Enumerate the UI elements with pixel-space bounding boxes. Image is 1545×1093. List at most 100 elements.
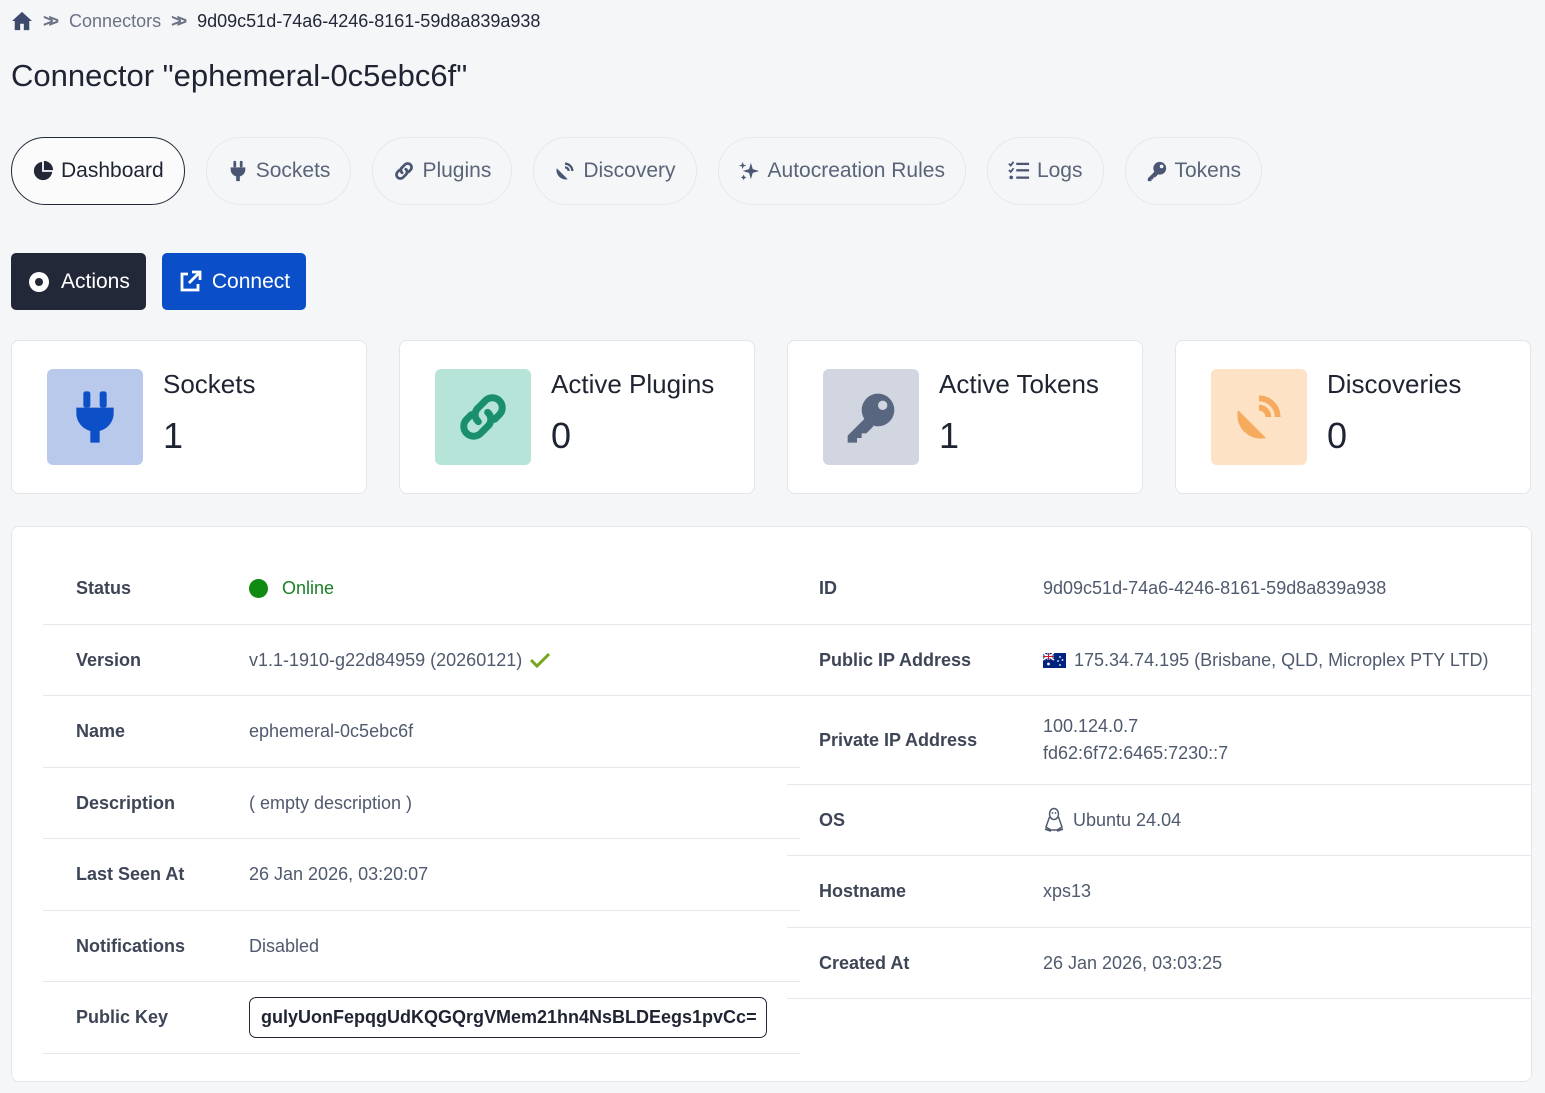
stat-value: 0 (1327, 415, 1348, 456)
hostname-value: xps13 (1043, 881, 1092, 901)
stat-label: Discoveries (1327, 369, 1462, 399)
tab-discovery[interactable]: Discovery (533, 137, 697, 205)
breadcrumb-current: 9d09c51d-74a6-4246-8161-59d8a839a938 (197, 10, 541, 31)
home-icon[interactable] (11, 11, 33, 31)
details-right-column: ID 9d09c51d-74a6-4246-8161-59d8a839a938 … (787, 553, 1531, 999)
australia-flag-icon (1043, 652, 1066, 668)
detail-row-os: OS Ubuntu 24.04 (787, 785, 1531, 856)
detail-row-notifications: Notifications Disabled (43, 911, 800, 982)
link-icon (460, 394, 506, 440)
breadcrumb-connectors-link[interactable]: Connectors (69, 11, 161, 32)
private-ip-v6: fd62:6f72:6465:7230::7 (1043, 743, 1229, 763)
detail-label: Description (76, 792, 176, 813)
key-icon (1147, 161, 1166, 182)
private-ip-values: 100.124.0.7 fd62:6f72:6465:7230::7 (1043, 716, 1228, 764)
chevron-right-icon: >> (171, 10, 187, 31)
external-link-icon (180, 270, 202, 291)
detail-row-private-ip: Private IP Address 100.124.0.7 fd62:6f72… (787, 696, 1531, 785)
tab-label: Autocreation Rules (767, 159, 945, 182)
detail-label: Version (76, 649, 142, 670)
stat-icon-box (1211, 369, 1307, 465)
detail-row-status: Status Online (43, 553, 800, 625)
detail-label: Name (76, 721, 126, 741)
list-check-icon (1008, 161, 1030, 180)
detail-label: Hostname (819, 881, 907, 901)
stat-icon-box (823, 369, 919, 465)
os-value: Ubuntu 24.04 (1043, 807, 1181, 833)
public-key-field[interactable]: gulyUonFepqgUdKQGQrgVMem21hn4NsBLDEegs1p… (249, 997, 767, 1038)
detail-row-last-seen: Last Seen At 26 Jan 2026, 03:20:07 (43, 839, 800, 911)
stat-label: Sockets (163, 369, 256, 399)
plug-icon (230, 160, 246, 182)
satellite-dish-icon (1237, 395, 1281, 439)
stat-value: 1 (163, 415, 184, 456)
stat-label: Active Tokens (939, 369, 1099, 399)
status-text: Online (282, 578, 335, 598)
detail-label: Status (76, 578, 132, 598)
breadcrumb: >> Connectors >> 9d09c51d-74a6-4246-8161… (11, 9, 540, 33)
connect-button[interactable]: Connect (161, 253, 307, 310)
tab-bar: Dashboard Sockets Plugins Discovery Auto… (11, 137, 1263, 205)
tab-label: Dashboard (61, 159, 164, 182)
detail-label: Private IP Address (819, 729, 978, 750)
plug-icon (76, 391, 114, 443)
detail-row-name: Name ephemeral-0c5ebc6f (43, 696, 800, 768)
detail-row-public-ip: Public IP Address 175.34.74.195 (Brisban… (787, 625, 1531, 696)
status-dot-icon (249, 579, 268, 598)
tab-label: Sockets (255, 159, 331, 182)
os-text: Ubuntu 24.04 (1073, 809, 1182, 830)
tab-label: Discovery (583, 159, 676, 182)
detail-row-description: Description ( empty description ) (43, 768, 800, 839)
link-icon (395, 162, 414, 180)
name-value: ephemeral-0c5ebc6f (249, 721, 414, 741)
public-ip-text: 175.34.74.195 (Brisbane, QLD, Microplex … (1074, 649, 1489, 670)
connect-button-label: Connect (211, 269, 291, 293)
tab-plugins[interactable]: Plugins (372, 137, 513, 205)
linux-icon (1044, 807, 1064, 832)
action-bar: Actions Connect (11, 253, 307, 310)
record-icon (29, 271, 49, 292)
detail-row-public-key: Public Key gulyUonFepqgUdKQGQrgVMem21hn4… (43, 982, 800, 1054)
discoveries-stat-card[interactable]: Discoveries 0 (1175, 340, 1531, 494)
version-value: v1.1-1910-g22d84959 (20260121) (249, 649, 551, 671)
tab-tokens[interactable]: Tokens (1124, 137, 1263, 205)
actions-button-label: Actions (61, 269, 130, 293)
description-value: ( empty description ) (249, 792, 413, 813)
detail-row-hostname: Hostname xps13 (787, 856, 1531, 928)
tab-label: Plugins (422, 159, 492, 182)
detail-row-version: Version v1.1-1910-g22d84959 (20260121) (43, 625, 800, 696)
detail-label: OS (819, 809, 846, 830)
active-tokens-stat-card[interactable]: Active Tokens 1 (787, 340, 1143, 494)
detail-label: Notifications (76, 935, 186, 956)
chevron-right-icon: >> (43, 10, 59, 31)
active-plugins-stat-card[interactable]: Active Plugins 0 (399, 340, 755, 494)
stat-value: 1 (939, 415, 960, 456)
tab-logs[interactable]: Logs (986, 137, 1104, 205)
private-ip-v4: 100.124.0.7 (1043, 716, 1139, 736)
satellite-dish-icon (556, 162, 574, 180)
version-text: v1.1-1910-g22d84959 (20260121) (249, 649, 523, 670)
tab-label: Logs (1036, 159, 1083, 182)
stat-icon-box (435, 369, 531, 465)
detail-label: Created At (819, 952, 910, 973)
page-title: Connector "ephemeral-0c5ebc6f" (11, 58, 468, 93)
tab-dashboard[interactable]: Dashboard (11, 137, 185, 205)
sparkles-icon (738, 161, 759, 181)
detail-label: Public IP Address (819, 649, 972, 670)
connector-details-panel: Status Online Version v1.1-1910-g22d8495… (11, 526, 1532, 1082)
checkmark-icon (530, 652, 551, 668)
notifications-value: Disabled (249, 935, 320, 956)
actions-button[interactable]: Actions (11, 253, 146, 310)
pie-chart-icon (33, 160, 54, 181)
tab-sockets[interactable]: Sockets (205, 137, 352, 205)
stat-icon-box (47, 369, 143, 465)
detail-row-created-at: Created At 26 Jan 2026, 03:03:25 (787, 928, 1531, 999)
tab-autocreation-rules[interactable]: Autocreation Rules (717, 137, 966, 205)
detail-label: ID (819, 578, 837, 598)
sockets-stat-card[interactable]: Sockets 1 (11, 340, 367, 494)
status-value: Online (249, 578, 334, 599)
id-value: 9d09c51d-74a6-4246-8161-59d8a839a938 (1043, 578, 1387, 598)
last-seen-value: 26 Jan 2026, 03:20:07 (249, 864, 429, 884)
stat-label: Active Plugins (551, 369, 715, 399)
public-ip-value: 175.34.74.195 (Brisbane, QLD, Microplex … (1043, 650, 1489, 671)
